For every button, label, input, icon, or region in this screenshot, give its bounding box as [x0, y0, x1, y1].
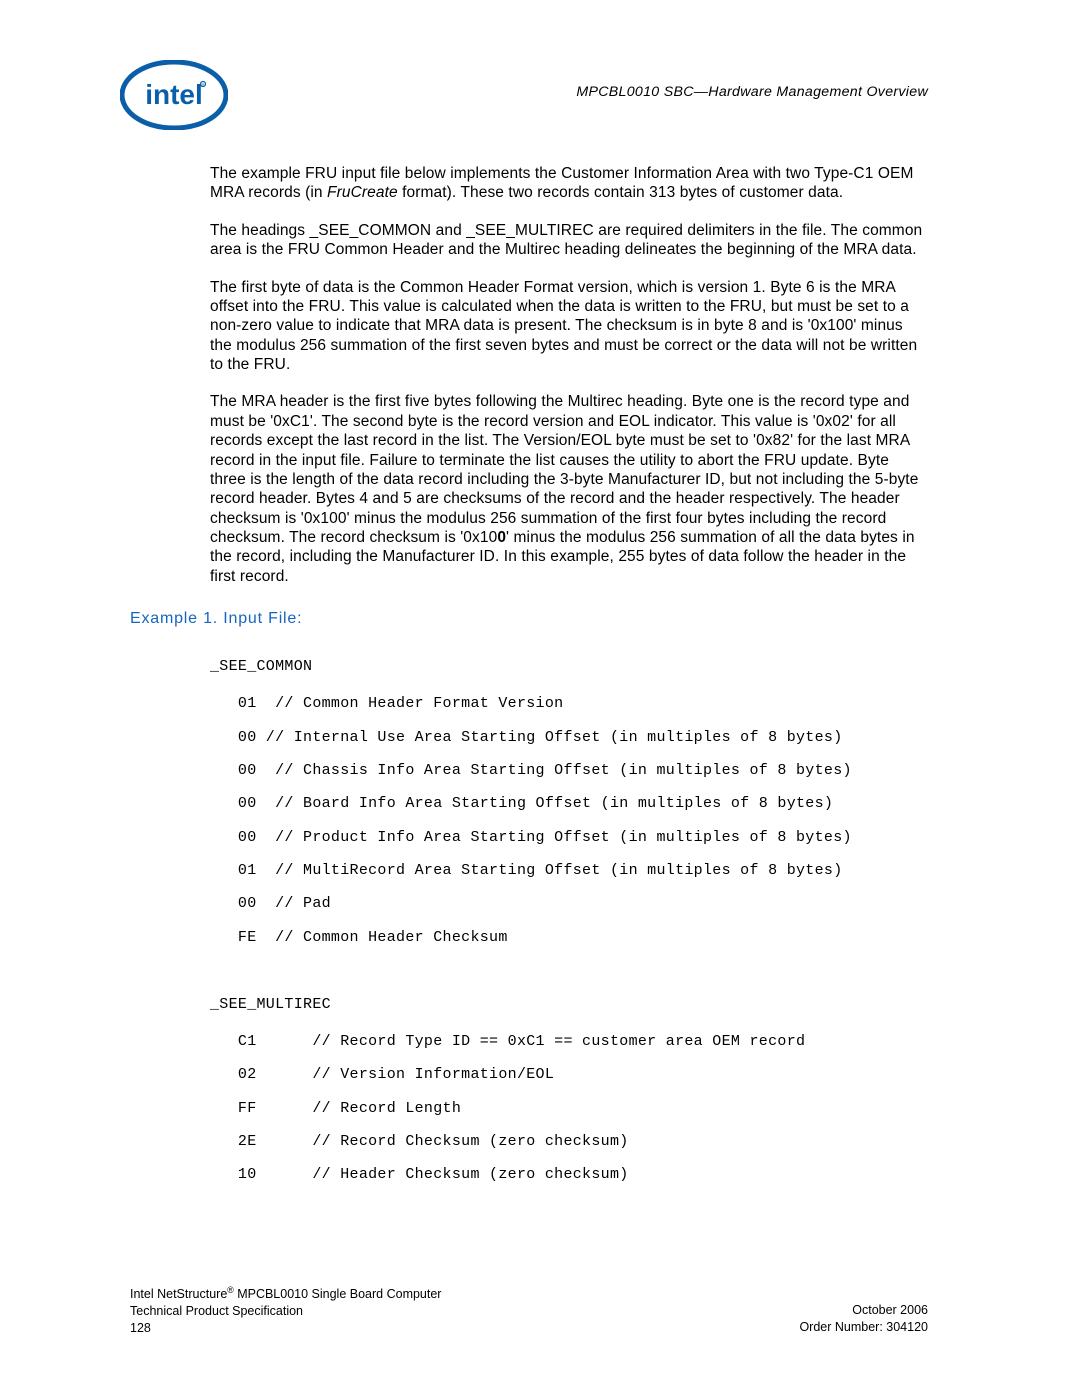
- example-heading: Example 1. Input File:: [130, 610, 928, 628]
- code-line: 01 // MultiRecord Area Starting Offset (…: [210, 862, 843, 879]
- body-content: The example FRU input file below impleme…: [210, 164, 928, 586]
- code-line: FF // Record Length: [210, 1100, 461, 1117]
- code-line: 01 // Common Header Format Version: [210, 695, 563, 712]
- code-line: 00 // Internal Use Area Starting Offset …: [210, 729, 843, 746]
- code-line: 00 // Product Info Area Starting Offset …: [210, 829, 852, 846]
- code-line: FE // Common Header Checksum: [210, 929, 508, 946]
- paragraph-1: The example FRU input file below impleme…: [210, 164, 928, 203]
- code-line: C1 // Record Type ID == 0xC1 == customer…: [210, 1033, 805, 1050]
- paragraph-3: The first byte of data is the Common Hea…: [210, 278, 928, 375]
- code-line: 00 // Pad: [210, 895, 331, 912]
- code-line: 2E // Record Checksum (zero checksum): [210, 1133, 629, 1150]
- footer-right: October 2006 Order Number: 304120: [799, 1285, 928, 1336]
- code-line: 10 // Header Checksum (zero checksum): [210, 1166, 629, 1183]
- page-header: MPCBL0010 SBC—Hardware Management Overvi…: [130, 84, 928, 100]
- footer-left: Intel NetStructure® MPCBL0010 Single Boa…: [130, 1285, 441, 1337]
- paragraph-4: The MRA header is the first five bytes f…: [210, 392, 928, 586]
- page-footer: Intel NetStructure® MPCBL0010 Single Boa…: [130, 1285, 928, 1337]
- paragraph-2: The headings _SEE_COMMON and _SEE_MULTIR…: [210, 221, 928, 260]
- code-line: 02 // Version Information/EOL: [210, 1066, 554, 1083]
- code-example: _SEE_COMMON 01 // Common Header Format V…: [210, 650, 928, 1191]
- svg-text:intel: intel: [145, 79, 203, 110]
- document-page: intel R MPCBL0010 SBC—Hardware Managemen…: [0, 0, 1080, 1397]
- intel-logo: intel R: [120, 60, 228, 130]
- code-section-label: _SEE_COMMON: [210, 650, 928, 683]
- code-section-label: _SEE_MULTIREC: [210, 988, 928, 1021]
- code-line: 00 // Board Info Area Starting Offset (i…: [210, 795, 833, 812]
- code-line: 00 // Chassis Info Area Starting Offset …: [210, 762, 852, 779]
